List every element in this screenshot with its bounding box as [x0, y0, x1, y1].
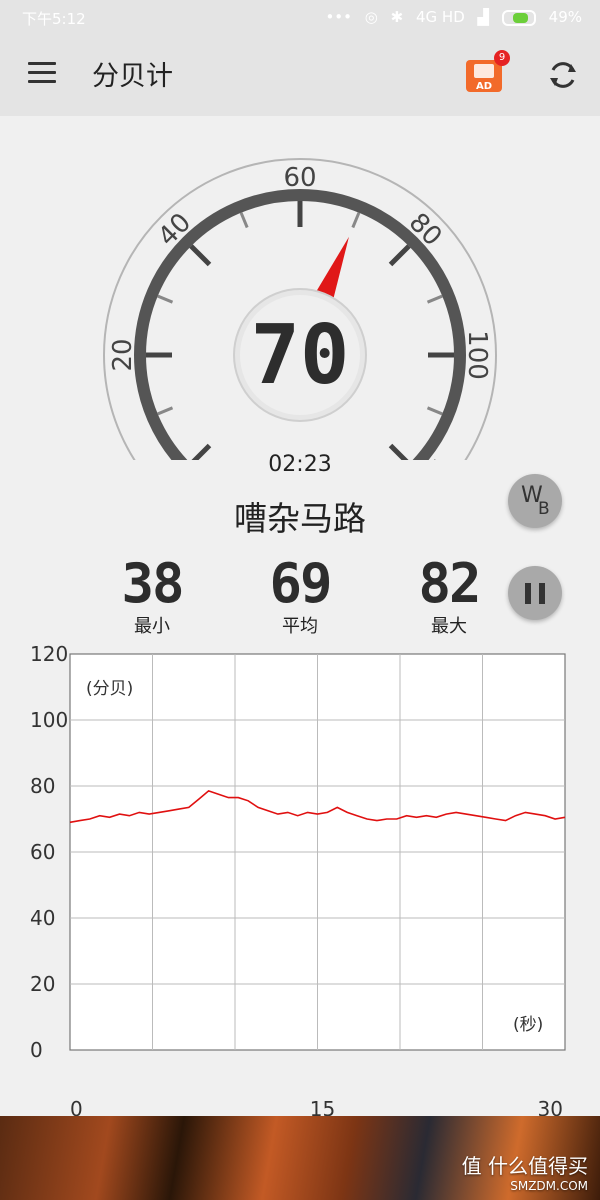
current-decibel: 70	[251, 308, 350, 403]
stat-max-label: 最大	[431, 616, 467, 637]
ad-grid-icon	[474, 64, 494, 78]
wb-b: B	[538, 499, 550, 519]
elapsed-timer: 02:23	[268, 452, 332, 477]
status-time: 下午5:12	[22, 10, 86, 28]
gauge-tick	[426, 406, 443, 416]
y-tick-label: 120	[30, 642, 68, 666]
status-bar: 下午5:12 ••• ◎ ✱ 4G HD ▟ 49%	[0, 0, 600, 36]
watermark-logo: 值 什么值得买 SMZDM.COM	[461, 1154, 588, 1193]
gauge-tick-label: 100	[462, 330, 492, 380]
page-title: 分贝计	[92, 61, 173, 92]
gauge-tick-label: 20	[108, 338, 138, 371]
battery-fill	[512, 12, 528, 23]
y-tick-label: 60	[30, 840, 55, 864]
pause-icon	[525, 583, 531, 604]
pause-button[interactable]	[508, 566, 562, 620]
y-axis-label: (分贝)	[86, 679, 133, 699]
stat-max-value: 82	[418, 552, 481, 615]
refresh-icon[interactable]	[546, 58, 580, 92]
menu-icon[interactable]	[28, 62, 56, 86]
decibel-gauge: 020406080100120 70	[103, 158, 497, 460]
wifi-icon: ◎	[364, 8, 378, 26]
battery-icon	[501, 9, 536, 26]
stat-avg-label: 平均	[282, 616, 318, 637]
y-tick-label: 0	[30, 1038, 43, 1062]
y-tick-label: 40	[30, 906, 55, 930]
y-tick-label: 100	[30, 708, 68, 732]
signal-icon: ▟	[477, 8, 490, 26]
gauge-tick	[239, 212, 249, 229]
gauge-tick	[157, 406, 174, 416]
dots-icon: •••	[325, 8, 352, 26]
gauge-tick	[157, 294, 174, 304]
decibel-history-chart: 0204060801001200 15 30(分贝)(秒)	[30, 642, 566, 1120]
stat-min: 38 最小	[92, 556, 212, 638]
stat-avg: 69 平均	[240, 556, 360, 638]
gauge-tick	[388, 244, 411, 267]
status-icons: ••• ◎ ✱ 4G HD ▟ 49%	[317, 8, 582, 26]
stat-min-value: 38	[121, 552, 184, 615]
gauge-tick	[351, 212, 361, 229]
battery-percent: 49%	[548, 8, 582, 26]
ad-badge: 9	[494, 50, 510, 66]
gauge-tick	[426, 294, 443, 304]
stat-min-label: 最小	[134, 616, 170, 637]
gauge-tick	[189, 244, 212, 267]
stat-avg-value: 69	[269, 552, 332, 615]
y-tick-label: 20	[30, 972, 55, 996]
stat-max: 82 最大	[389, 556, 509, 638]
weighting-button[interactable]: W B	[508, 474, 562, 528]
ad-label: AD	[475, 81, 493, 92]
gauge-tick-label: 60	[283, 163, 316, 193]
y-tick-label: 80	[30, 774, 55, 798]
bluetooth-icon: ✱	[390, 8, 404, 26]
app-bar: 分贝计 AD 9	[0, 36, 600, 116]
ad-icon[interactable]: AD 9	[464, 50, 510, 94]
network-label: 4G HD	[416, 8, 465, 26]
x-axis-label: (秒)	[513, 1015, 543, 1035]
